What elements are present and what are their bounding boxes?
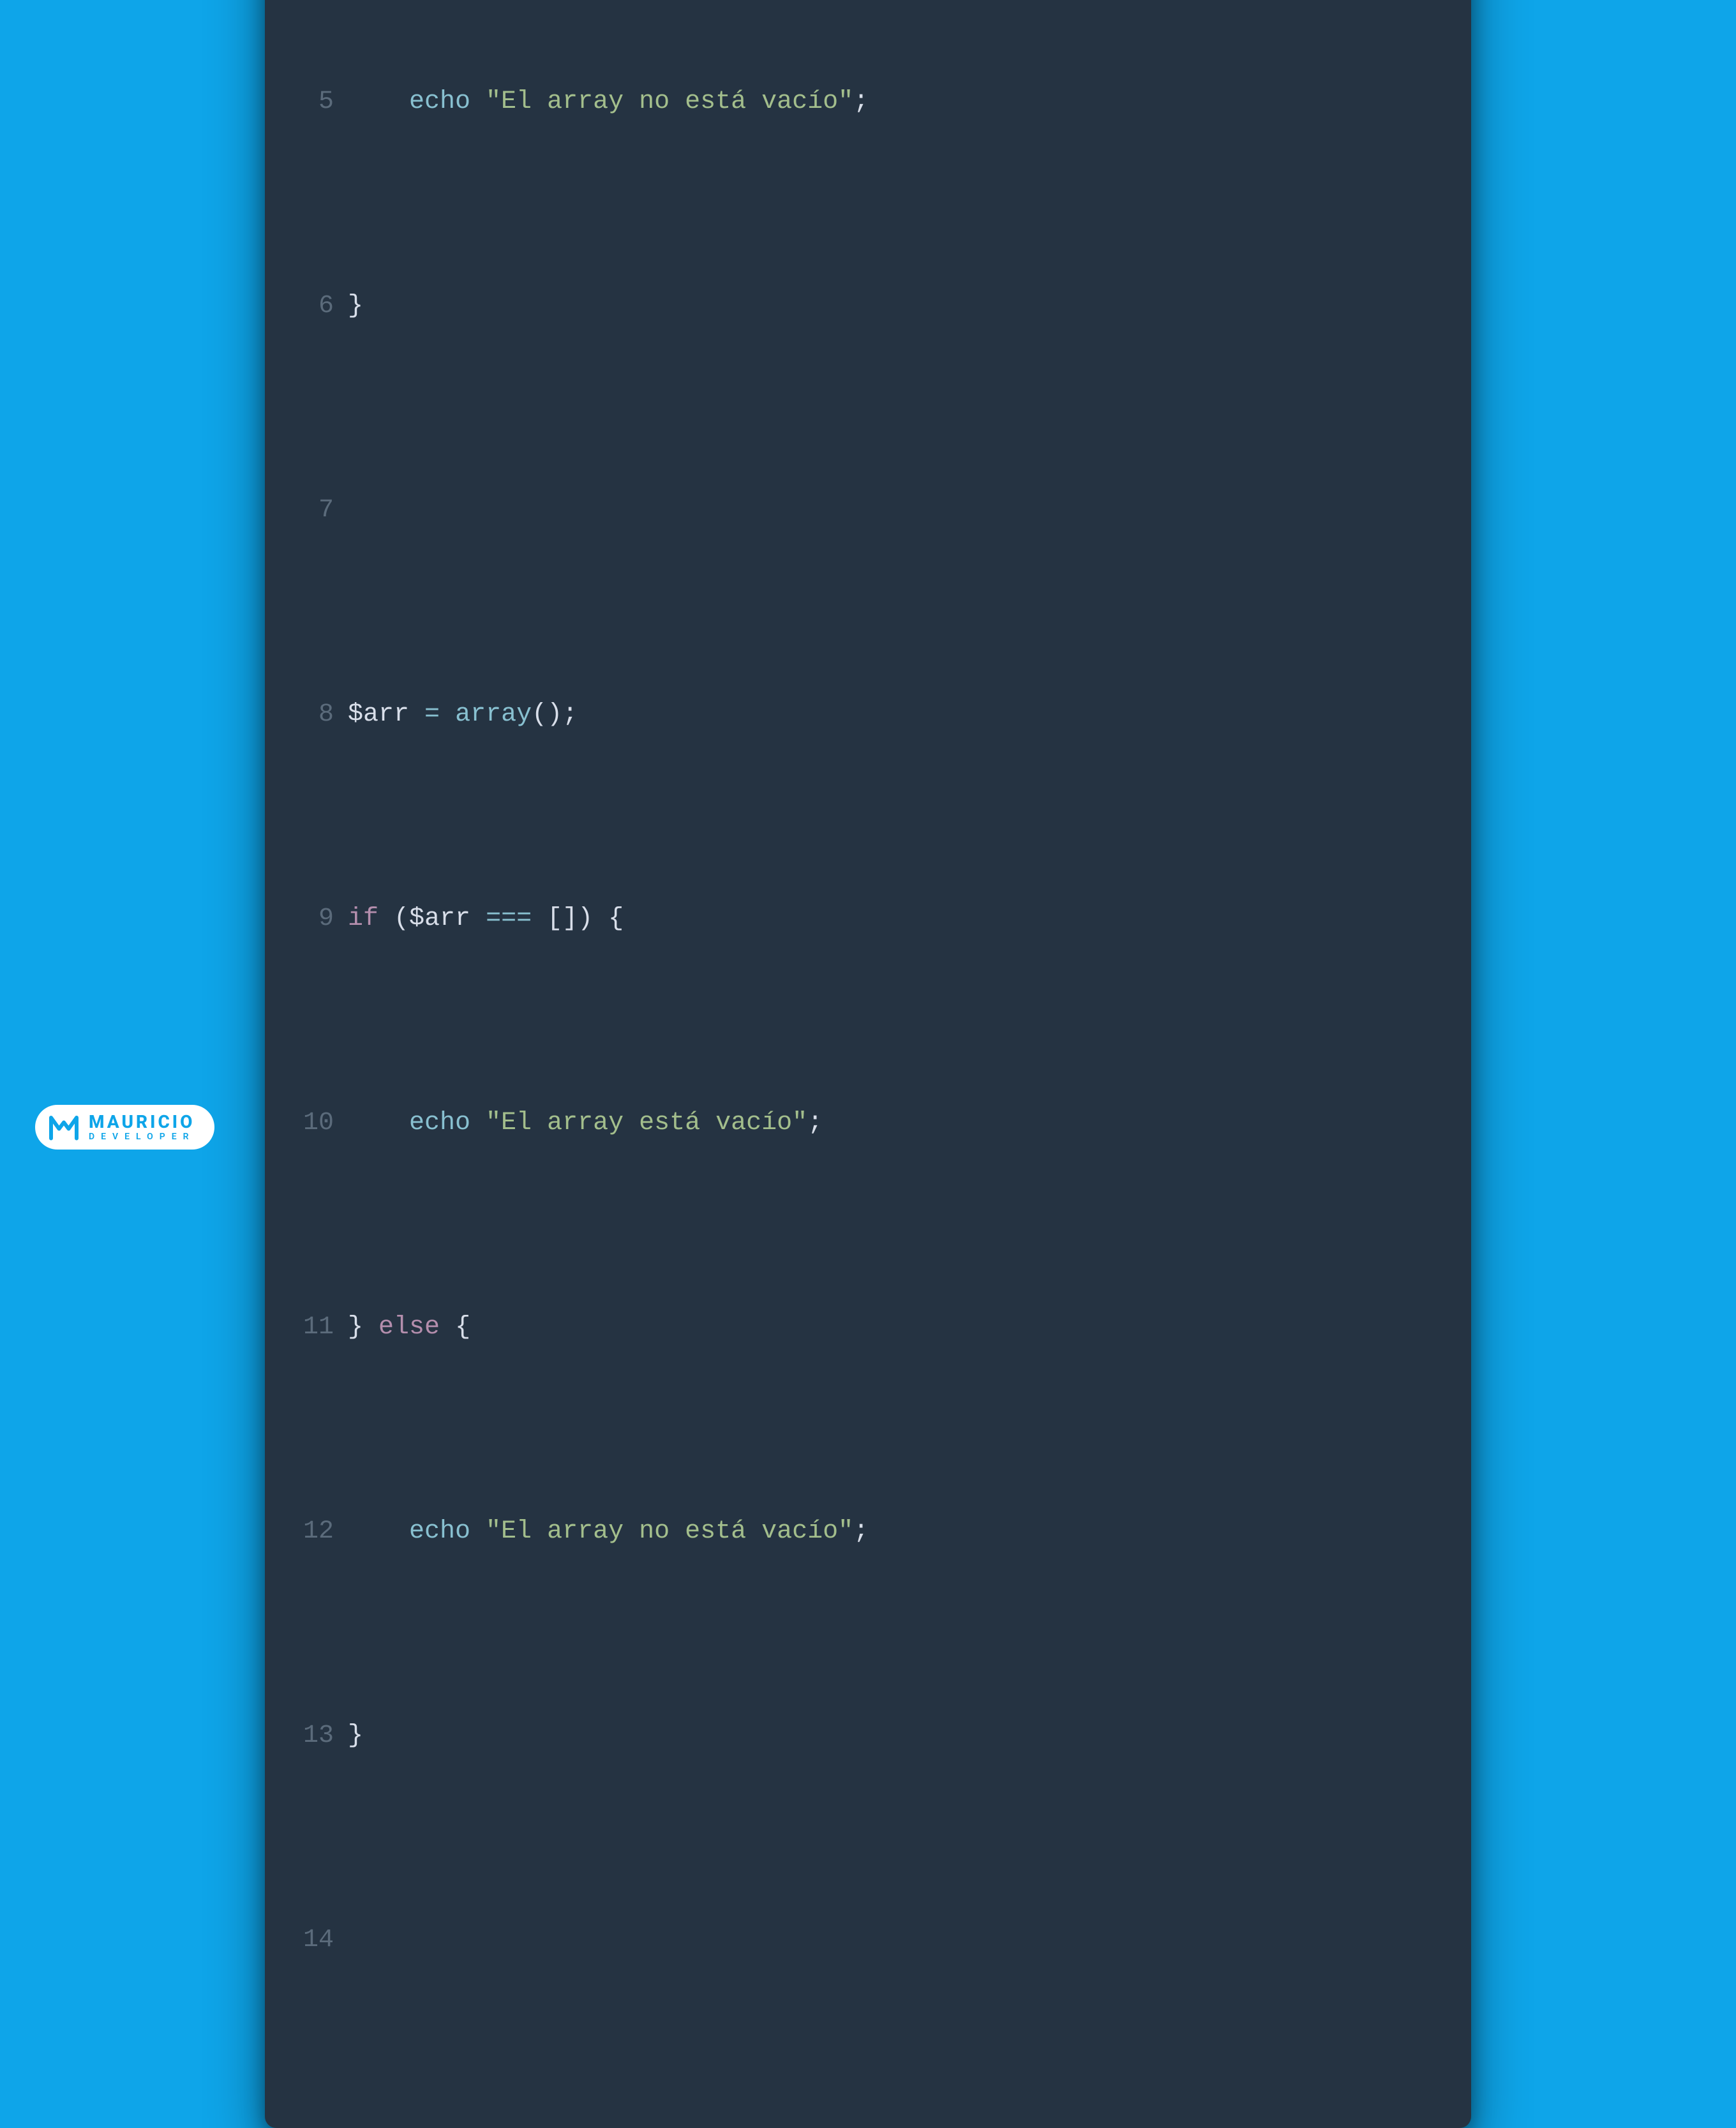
code-content: $arr = array(); xyxy=(348,694,1433,735)
code-line: 9 if ($arr === []) { xyxy=(303,899,1433,940)
token-space xyxy=(378,904,394,933)
token-string: "El array no está vacío" xyxy=(486,1517,853,1546)
code-content xyxy=(348,1920,1433,1961)
token-space xyxy=(470,1517,486,1546)
token-space xyxy=(348,87,409,116)
token-space xyxy=(532,904,547,933)
token-punct: ; xyxy=(853,87,869,116)
line-number: 7 xyxy=(303,490,348,531)
token-space xyxy=(440,1313,455,1342)
page-background: 1 $arr = array(); 2 if ($arr == []) { 3 … xyxy=(0,0,1736,1185)
token-operator: === xyxy=(486,904,532,933)
line-number: 5 xyxy=(303,82,348,123)
logo-icon xyxy=(48,1111,80,1143)
token-punct: ] xyxy=(562,904,578,933)
token-space xyxy=(470,87,486,116)
token-space xyxy=(348,496,363,525)
token-builtin: echo xyxy=(409,1109,470,1137)
logo-text-line2: DEVELOPER xyxy=(89,1132,195,1141)
line-number: 8 xyxy=(303,694,348,735)
token-punct: } xyxy=(348,1721,363,1750)
token-punct: } xyxy=(348,1313,363,1342)
code-line: 10 echo "El array está vacío"; xyxy=(303,1103,1433,1144)
token-space xyxy=(348,1109,409,1137)
token-string: "El array está vacío" xyxy=(486,1109,807,1137)
token-space xyxy=(440,700,455,729)
line-number: 12 xyxy=(303,1511,348,1552)
line-number: 10 xyxy=(303,1103,348,1144)
token-punct: ( xyxy=(394,904,409,933)
code-line: 13 } xyxy=(303,1716,1433,1757)
code-line: 8 $arr = array(); xyxy=(303,694,1433,735)
watermark-badge: MAURICIO DEVELOPER xyxy=(35,1105,214,1150)
code-line: 12 echo "El array no está vacío"; xyxy=(303,1511,1433,1552)
code-line: 11 } else { xyxy=(303,1307,1433,1348)
token-string: "El array no está vacío" xyxy=(486,87,853,116)
token-space xyxy=(470,904,486,933)
token-builtin: echo xyxy=(409,1517,470,1546)
code-area[interactable]: 1 $arr = array(); 2 if ($arr == []) { 3 … xyxy=(303,0,1433,2083)
code-line: 6 } xyxy=(303,286,1433,327)
code-content: } xyxy=(348,1716,1433,1757)
token-space xyxy=(593,904,608,933)
token-variable: $arr xyxy=(409,904,470,933)
code-content xyxy=(348,490,1433,531)
token-punct: ; xyxy=(853,1517,869,1546)
logo-text-line1: MAURICIO xyxy=(89,1113,195,1131)
token-operator: = xyxy=(424,700,440,729)
code-line: 14 xyxy=(303,1920,1433,1961)
token-punct: ; xyxy=(562,700,578,729)
code-content: if ($arr === []) { xyxy=(348,899,1433,940)
line-number: 14 xyxy=(303,1920,348,1961)
code-line: 7 xyxy=(303,490,1433,531)
token-builtin: echo xyxy=(409,87,470,116)
token-keyword: if xyxy=(348,904,378,933)
code-line: 5 echo "El array no está vacío"; xyxy=(303,82,1433,123)
code-content: echo "El array no está vacío"; xyxy=(348,1511,1433,1552)
token-variable: $arr xyxy=(348,700,409,729)
token-function: array xyxy=(455,700,532,729)
code-content: } xyxy=(348,286,1433,327)
token-punct: { xyxy=(455,1313,470,1342)
editor-window: 1 $arr = array(); 2 if ($arr == []) { 3 … xyxy=(265,0,1471,2128)
token-space xyxy=(470,1109,486,1137)
token-space xyxy=(348,1926,363,1954)
token-punct: ( xyxy=(532,700,547,729)
logo-text: MAURICIO DEVELOPER xyxy=(89,1113,195,1141)
token-punct: ; xyxy=(807,1109,823,1137)
token-punct: { xyxy=(608,904,624,933)
code-content: echo "El array no está vacío"; xyxy=(348,82,1433,123)
line-number: 11 xyxy=(303,1307,348,1348)
token-keyword: else xyxy=(378,1313,440,1342)
token-space xyxy=(348,1517,409,1546)
token-punct: } xyxy=(348,292,363,320)
token-punct: ) xyxy=(547,700,562,729)
token-space xyxy=(363,1313,378,1342)
token-punct: [ xyxy=(547,904,562,933)
line-number: 6 xyxy=(303,286,348,327)
token-space xyxy=(409,700,424,729)
line-number: 9 xyxy=(303,899,348,940)
code-content: echo "El array está vacío"; xyxy=(348,1103,1433,1144)
code-content: } else { xyxy=(348,1307,1433,1348)
line-number: 13 xyxy=(303,1716,348,1757)
token-punct: ) xyxy=(578,904,593,933)
